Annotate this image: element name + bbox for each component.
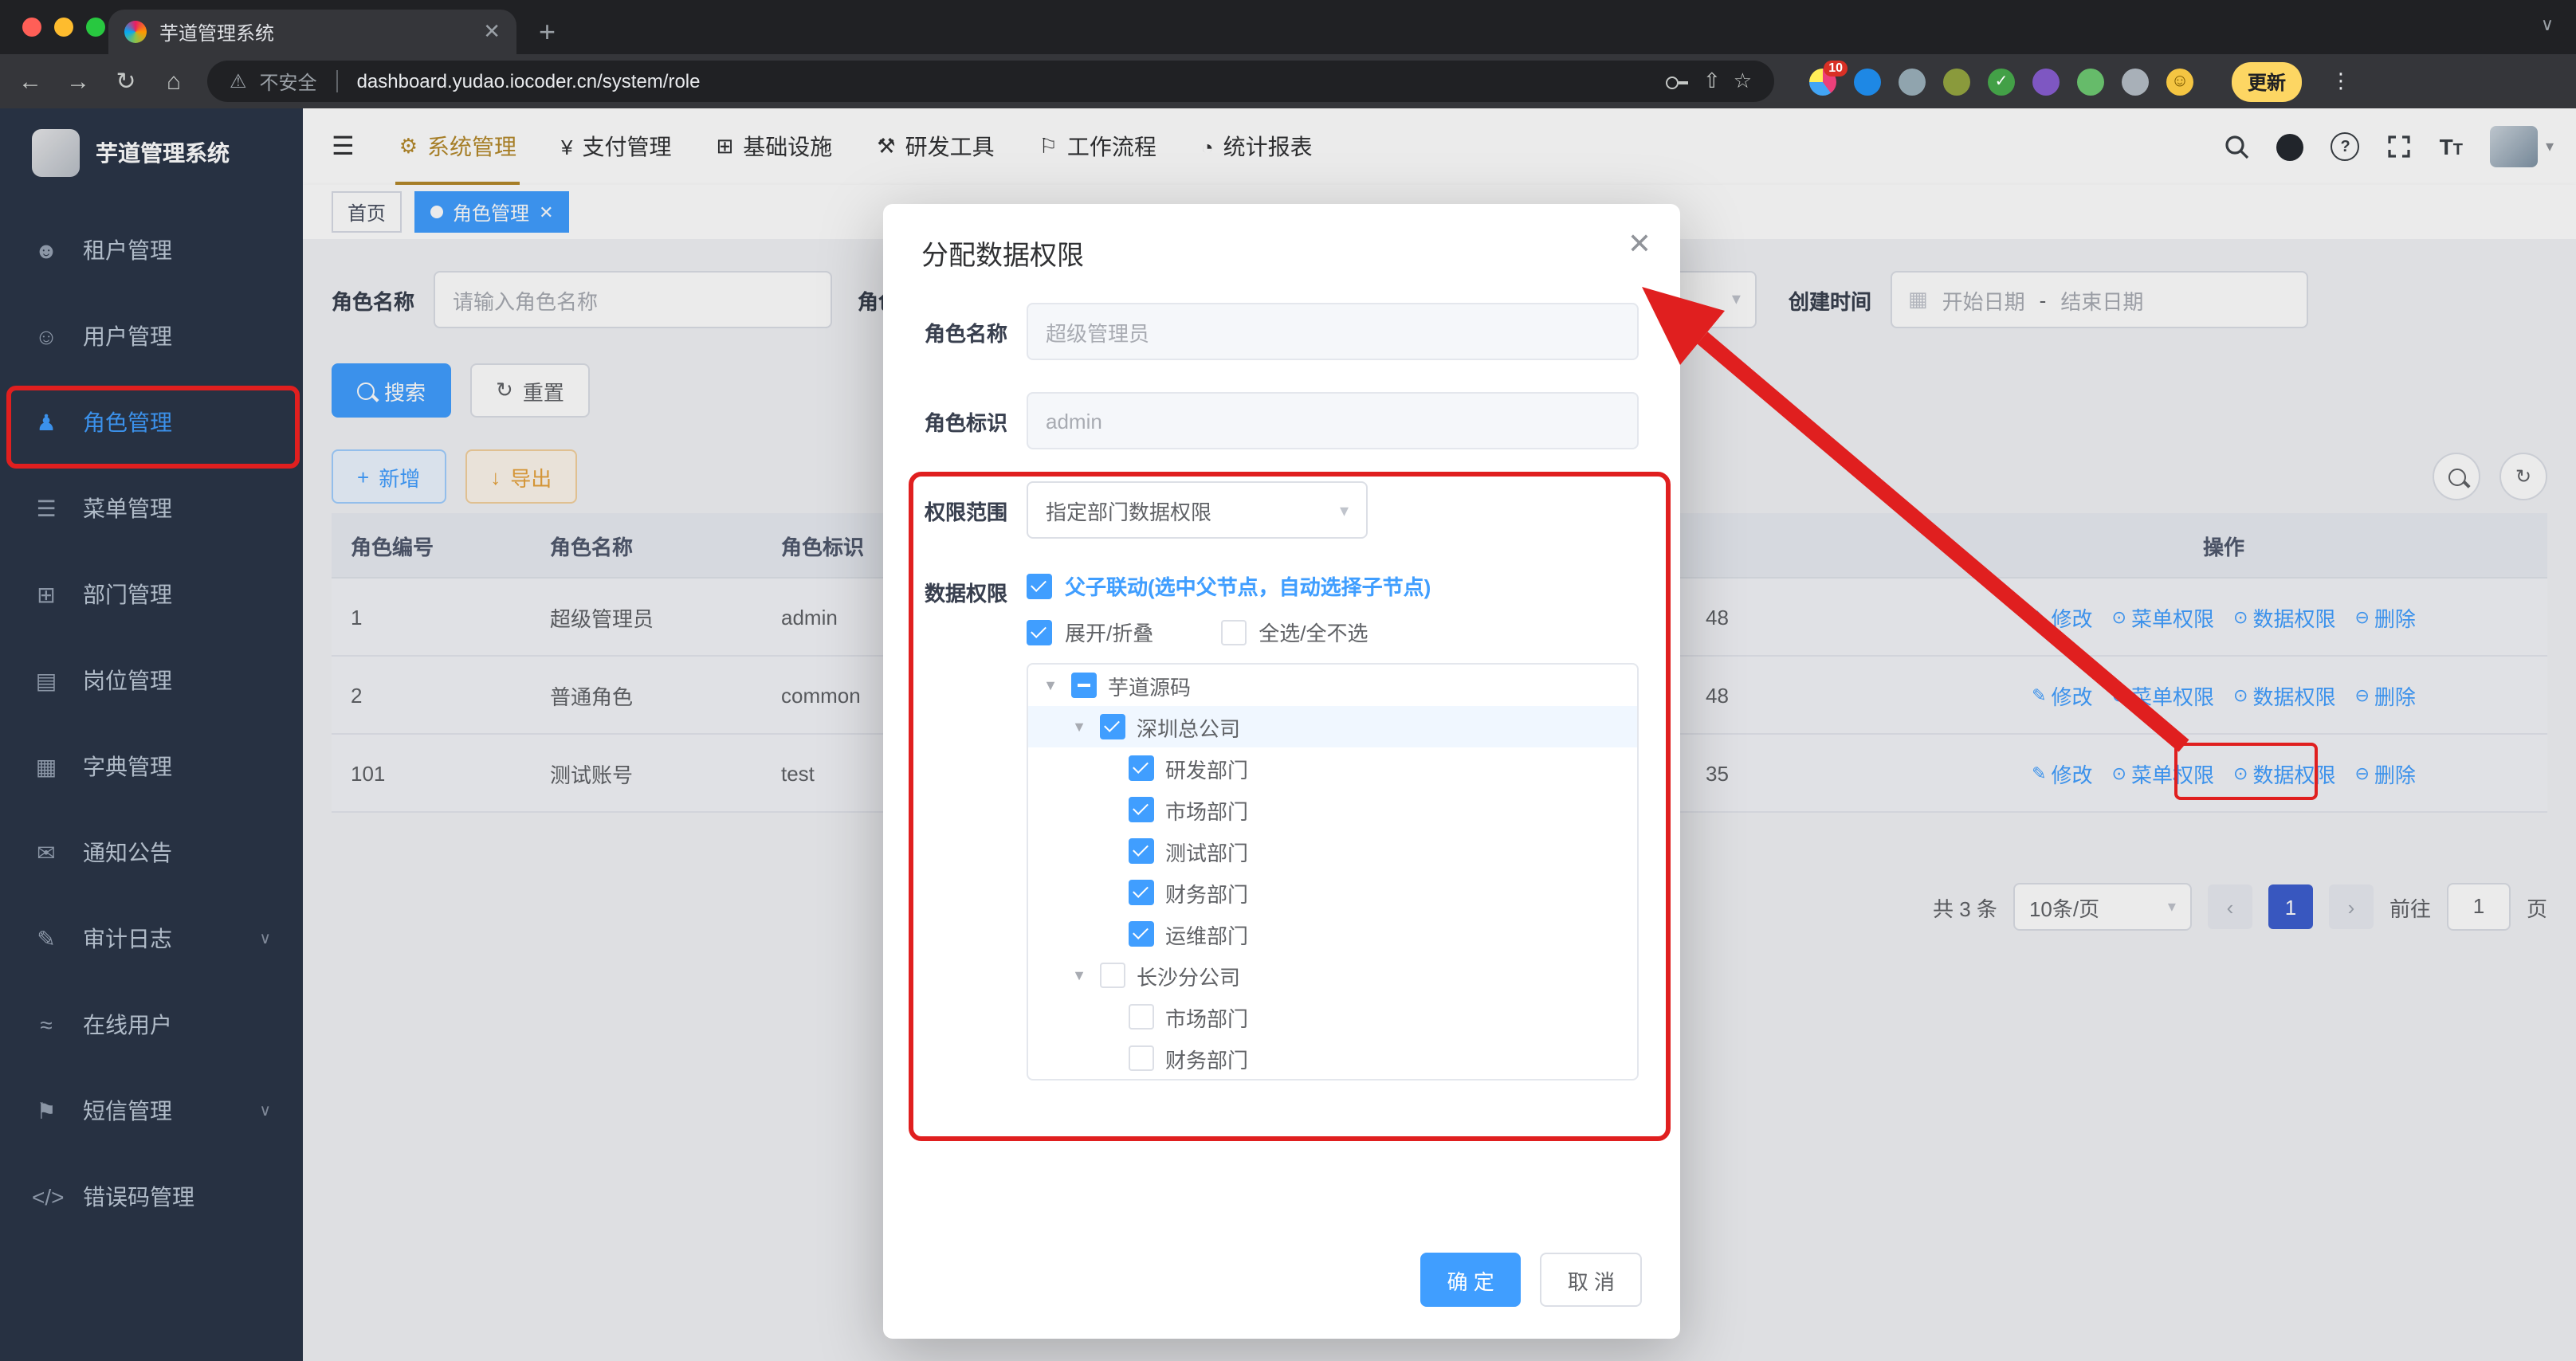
extension-olive-icon[interactable] — [1943, 68, 1970, 95]
new-tab-button[interactable]: + — [539, 18, 556, 46]
dialog-body: 角色名称 超级管理员 角色标识 admin 权限范围 指定部门数据权限 ▾ 数据权… — [883, 277, 1680, 1081]
tree-node[interactable]: ▼ 长沙分公司 — [1028, 955, 1637, 996]
tree-node[interactable]: ▼ 芋道源码 — [1028, 665, 1637, 706]
tree-checkbox-checked[interactable] — [1100, 714, 1125, 739]
tree-node-selected[interactable]: ▼ 深圳总公司 — [1028, 706, 1637, 747]
caret-expanded-icon[interactable]: ▼ — [1070, 719, 1089, 735]
maximize-window-button[interactable] — [86, 18, 105, 37]
address-bar[interactable]: ⚠ 不安全 dashboard.yudao.iocoder.cn/system/… — [207, 61, 1774, 102]
dialog-role-key-input: admin — [1027, 392, 1639, 449]
tree-checkbox-unchecked[interactable] — [1100, 963, 1125, 988]
password-key-icon[interactable] — [1665, 69, 1690, 94]
tree-checkbox-checked[interactable] — [1129, 755, 1154, 781]
forward-button[interactable]: → — [64, 69, 92, 93]
tree-node[interactable]: 研发部门 — [1028, 747, 1637, 789]
extension-badge: 10 — [1824, 60, 1848, 76]
extensions-cluster: 10 ✓ ☺ — [1809, 60, 2193, 95]
tab-close-icon[interactable]: ✕ — [483, 19, 501, 45]
confirm-button[interactable]: 确 定 — [1420, 1253, 1522, 1307]
tree-checkbox-checked[interactable] — [1129, 880, 1154, 905]
screen: 芋道管理系统 ✕ + ∨ ← → ↻ ⌂ ⚠ 不安全 dashboard.yud… — [0, 0, 2576, 1361]
department-tree: ▼ 芋道源码 ▼ 深圳总公司 研发部门 市场部门 测试部门 财务部门 运维部门 ▼ 长… — [1027, 663, 1639, 1081]
extension-grey-icon[interactable] — [1899, 68, 1926, 95]
minimize-window-button[interactable] — [54, 18, 73, 37]
expand-collapse-checkbox[interactable] — [1027, 619, 1052, 645]
extension-check-icon[interactable]: ✓ — [1988, 68, 2015, 95]
extension-purple-icon[interactable] — [2032, 68, 2060, 95]
reload-button[interactable]: ↻ — [112, 69, 140, 93]
dialog-scope-label: 权限范围 — [925, 500, 1008, 524]
dialog-role-name-label: 角色名称 — [925, 321, 1008, 345]
tab-title: 芋道管理系统 — [159, 22, 275, 44]
tab-overview-chevron-icon[interactable]: ∨ — [2541, 14, 2554, 35]
browser-toolbar: ← → ↻ ⌂ ⚠ 不安全 dashboard.yudao.iocoder.cn… — [0, 54, 2576, 108]
url-divider — [336, 70, 338, 92]
browser-tab[interactable]: 芋道管理系统 ✕ — [108, 10, 516, 54]
browser-update-button[interactable]: 更新 — [2232, 61, 2303, 101]
dialog-role-name-input: 超级管理员 — [1027, 303, 1639, 360]
browser-tabstrip: 芋道管理系统 ✕ + ∨ — [0, 0, 2576, 54]
tree-checkbox-unchecked[interactable] — [1129, 1004, 1154, 1030]
share-icon[interactable]: ⇧ — [1703, 69, 1721, 94]
tree-node[interactable]: 测试部门 — [1028, 830, 1637, 872]
bookmark-star-icon[interactable]: ☆ — [1734, 69, 1752, 94]
tree-checkbox-checked[interactable] — [1129, 838, 1154, 864]
dialog-header: 分配数据权限 ✕ — [883, 204, 1680, 277]
dialog-role-key-label: 角色标识 — [925, 410, 1008, 434]
dialog-data-perm-label: 数据权限 — [925, 582, 1008, 606]
close-window-button[interactable] — [22, 18, 41, 37]
tree-checkbox-unchecked[interactable] — [1129, 1045, 1154, 1071]
profile-smiley-icon[interactable]: ☺ — [2166, 68, 2193, 95]
browser-menu-kebab-icon[interactable]: ⋮ — [2331, 69, 2351, 94]
home-button[interactable]: ⌂ — [159, 69, 188, 93]
expand-collapse-label[interactable]: 展开/折叠 — [1065, 617, 1153, 647]
tree-checkbox-checked[interactable] — [1129, 797, 1154, 822]
assign-data-permission-dialog: 分配数据权限 ✕ 角色名称 超级管理员 角色标识 admin 权限范围 指定部门… — [883, 204, 1680, 1339]
traffic-lights — [22, 18, 105, 37]
extension-lime-icon[interactable] — [2077, 68, 2104, 95]
caret-expanded-icon[interactable]: ▼ — [1070, 967, 1089, 983]
tree-checkbox-indeterminate[interactable] — [1071, 673, 1097, 698]
caret-expanded-icon[interactable]: ▼ — [1041, 677, 1060, 693]
tree-node[interactable]: 财务部门 — [1028, 872, 1637, 913]
dialog-scope-select[interactable]: 指定部门数据权限 ▾ — [1027, 481, 1368, 539]
dialog-footer: 确 定 取 消 — [1420, 1253, 1642, 1307]
extensions-puzzle-icon[interactable] — [2122, 68, 2149, 95]
select-all-label[interactable]: 全选/全不选 — [1259, 617, 1368, 647]
url-text[interactable]: dashboard.yudao.iocoder.cn/system/role — [357, 70, 701, 92]
tree-checkbox-checked[interactable] — [1129, 921, 1154, 947]
security-label[interactable]: 不安全 — [260, 68, 317, 95]
dialog-close-icon[interactable]: ✕ — [1628, 229, 1651, 258]
chevron-down-icon: ▾ — [1339, 501, 1349, 520]
select-all-checkbox[interactable] — [1220, 619, 1247, 645]
tree-node[interactable]: 财务部门 — [1028, 1037, 1637, 1079]
extension-blue-icon[interactable] — [1854, 68, 1881, 95]
cancel-button[interactable]: 取 消 — [1540, 1253, 1642, 1307]
tree-node[interactable]: 市场部门 — [1028, 996, 1637, 1037]
data-permission-panel: 父子联动(选中父节点，自动选择子节点) 展开/折叠 全选/全不选 ▼ 芋道源码 ▼… — [1027, 571, 1639, 1081]
security-warning-icon[interactable]: ⚠ — [230, 70, 247, 92]
linkage-label[interactable]: 父子联动(选中父节点，自动选择子节点) — [1065, 571, 1431, 601]
dialog-title: 分配数据权限 — [921, 241, 1084, 271]
tab-favicon-icon — [124, 21, 147, 43]
tree-node[interactable]: 运维部门 — [1028, 913, 1637, 955]
extension-pie-icon[interactable]: 10 — [1809, 60, 1848, 95]
tree-node[interactable]: 市场部门 — [1028, 789, 1637, 830]
back-button[interactable]: ← — [16, 69, 45, 93]
linkage-checkbox[interactable] — [1027, 573, 1052, 598]
